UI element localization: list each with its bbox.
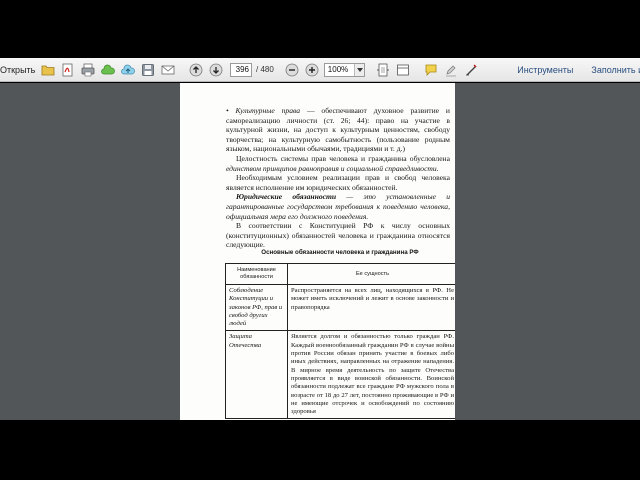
integrity-principles: единством принципов равноправия и социал… <box>226 163 439 173</box>
table-title: Основные обязанности человека и граждани… <box>261 249 419 256</box>
cultural-rights-term: • Культурные права <box>226 106 301 115</box>
zoom-value: 100% <box>327 65 349 74</box>
table-header-essence: Ее сущность <box>287 263 455 285</box>
duty-name-cell: Защита Отечества <box>225 330 288 420</box>
save-icon[interactable] <box>141 63 155 77</box>
create-pdf-icon[interactable] <box>61 63 75 77</box>
page-total-label: / 480 <box>256 65 274 74</box>
tools-link[interactable]: Инструменты <box>517 65 573 75</box>
duty-essence-cell: Является долгом и обязанностью только гр… <box>287 330 455 420</box>
page-up-icon[interactable] <box>189 63 203 77</box>
pdf-page: • Культурные права — обеспечивают духовн… <box>180 83 455 420</box>
print-icon[interactable] <box>81 63 95 77</box>
email-icon[interactable] <box>161 63 175 77</box>
zoom-in-icon[interactable] <box>305 63 319 77</box>
video-letterbox-top <box>0 0 640 58</box>
document-viewport[interactable]: • Культурные права — обеспечивают духовн… <box>0 83 640 420</box>
legal-duties-term: Юридические обязанности <box>236 192 337 202</box>
duties-table: Наименование обязанности Ее сущность Соб… <box>225 263 455 420</box>
highlight-icon[interactable] <box>444 63 458 77</box>
save-cloud-icon[interactable] <box>101 63 115 77</box>
sign-tool-icon[interactable] <box>464 63 478 77</box>
page-text-block: • Культурные права — обеспечивают духовн… <box>226 106 450 250</box>
table-row: Защита Отечества Является долгом и обяза… <box>225 330 455 420</box>
upload-icon[interactable] <box>121 63 135 77</box>
page-number-input[interactable] <box>230 62 252 77</box>
duty-name-cell: Соблюдение Конституции и законов РФ, пра… <box>225 283 288 332</box>
fit-page-icon[interactable] <box>376 63 390 77</box>
pdf-reader-toolbar: Открыть / 480 100% <box>0 58 640 82</box>
paragraph-condition: Необходимым условием реализации прав и с… <box>226 173 450 192</box>
open-label: Открыть <box>0 64 36 75</box>
fill-and-sign-link[interactable]: Заполнить и подписать <box>591 65 640 75</box>
duty-essence-cell: Распространяется на всех лиц, находящихс… <box>287 283 455 332</box>
page-down-icon[interactable] <box>209 63 223 77</box>
open-button[interactable]: Открыть <box>0 65 35 75</box>
comment-bubble-icon[interactable] <box>424 63 438 77</box>
table-header-name: Наименование обязанности <box>225 263 288 285</box>
paragraph-cultural-rights: • Культурные права — обеспечивают духовн… <box>226 106 450 154</box>
paragraph-duties-definition: Юридические обязанности — это установлен… <box>226 192 450 221</box>
chevron-down-icon[interactable] <box>354 63 365 76</box>
paragraph-constitution: В соответствии с Конституцией РФ к числу… <box>226 221 450 250</box>
paragraph-integrity: Целостность системы прав человека и граж… <box>226 154 450 173</box>
open-folder-icon[interactable] <box>41 63 55 77</box>
integrity-text: Целостность системы прав человека и граж… <box>236 153 450 163</box>
table-row: Соблюдение Конституции и законов РФ, пра… <box>225 283 455 332</box>
video-letterbox-bottom <box>0 420 640 480</box>
zoom-select[interactable]: 100% <box>323 62 366 77</box>
zoom-out-icon[interactable] <box>285 63 299 77</box>
read-mode-icon[interactable] <box>396 63 410 77</box>
